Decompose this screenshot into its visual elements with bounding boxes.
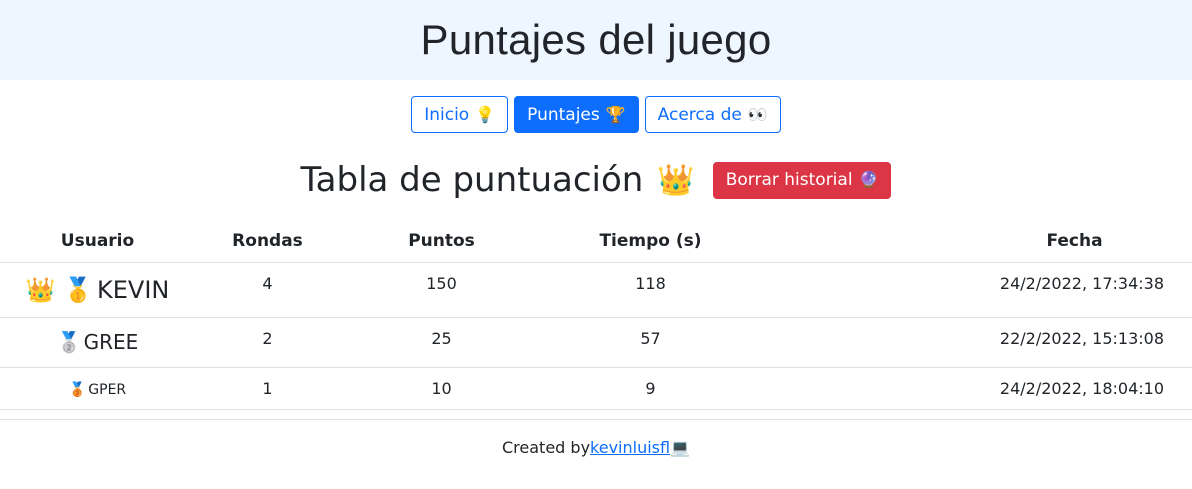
nav-inicio-button[interactable]: Inicio 💡 [411,96,509,133]
table-row: 🥈 GREE 2 25 57 22/2/2022, 15:13:08 [0,317,1192,368]
tiempo-cell: 118 [543,262,758,318]
silver-medal-icon: 🥈 [56,330,82,354]
lightbulb-icon: 💡 [475,104,496,124]
column-header-usuario: Usuario [0,220,195,263]
score-table: Usuario Rondas Puntos Tiempo (s) Fecha 👑… [0,220,1192,410]
table-header-row: Usuario Rondas Puntos Tiempo (s) Fecha [0,220,1192,263]
footer: Created bykevinluisfl💻 [0,438,1192,457]
nav-acerca-label: Acerca de [657,104,742,125]
scoreboard-title: Tabla de puntuación 👑 [301,160,695,200]
table-row: 🥉 GPER 1 10 9 24/2/2022, 18:04:10 [0,367,1192,410]
page-title: Puntajes del juego [420,16,772,63]
rondas-cell: 1 [195,367,340,410]
column-header-puntos: Puntos [340,220,543,263]
footer-divider [0,419,1192,420]
tiempo-cell: 9 [543,367,758,410]
trophy-icon: 🏆 [605,104,626,124]
nav-acerca-button[interactable]: Acerca de 👀 [644,96,781,133]
clear-history-label: Borrar historial [725,170,853,190]
fecha-cell: 24/2/2022, 18:04:10 [758,367,1192,410]
tiempo-cell: 57 [543,317,758,368]
author-link[interactable]: kevinluisfl [590,438,670,457]
scoreboard-title-text: Tabla de puntuación [300,160,644,200]
nav-inicio-label: Inicio [424,104,470,125]
scoreboard-header: Tabla de puntuación 👑 Borrar historial 🔮 [0,160,1192,200]
nav-puntajes-label: Puntajes [527,104,600,125]
user-name: GREE [83,330,139,354]
puntos-cell: 150 [340,262,543,318]
user-name: KEVIN [97,275,170,304]
user-cell: 🥉 GPER [0,367,195,410]
crown-medal-icon: 👑 🥇 [25,275,94,304]
puntos-cell: 25 [340,317,543,368]
column-header-tiempo: Tiempo (s) [543,220,758,263]
fecha-cell: 22/2/2022, 15:13:08 [758,317,1192,368]
page-header: Puntajes del juego [0,0,1192,80]
footer-prefix: Created by [502,438,591,457]
crown-icon: 👑 [657,162,695,198]
rondas-cell: 4 [195,262,340,318]
rondas-cell: 2 [195,317,340,368]
fecha-cell: 24/2/2022, 17:34:38 [758,262,1192,318]
crystal-ball-icon: 🔮 [858,170,879,189]
laptop-icon: 💻 [670,438,690,457]
user-cell: 🥈 GREE [0,317,195,368]
puntos-cell: 10 [340,367,543,410]
table-row: 👑 🥇 KEVIN 4 150 118 24/2/2022, 17:34:38 [0,262,1192,318]
eyes-icon: 👀 [747,104,768,124]
clear-history-button[interactable]: Borrar historial 🔮 [712,161,892,199]
user-cell: 👑 🥇 KEVIN [0,262,195,318]
column-header-rondas: Rondas [195,220,340,263]
nav-puntajes-button[interactable]: Puntajes 🏆 [514,96,639,133]
nav-bar: Inicio 💡 Puntajes 🏆 Acerca de 👀 [0,96,1192,133]
column-header-fecha: Fecha [758,220,1192,263]
bronze-medal-icon: 🥉 [68,381,87,398]
user-name: GPER [88,381,127,398]
